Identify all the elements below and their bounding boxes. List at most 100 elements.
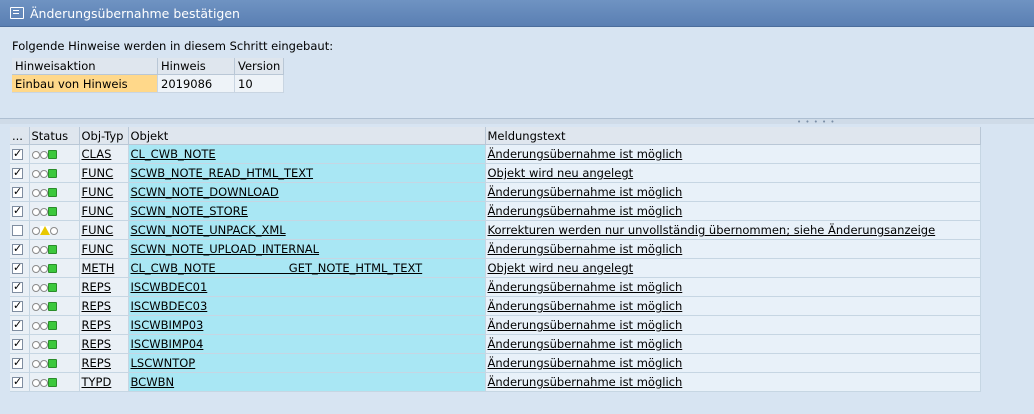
objtype-link[interactable]: METH (82, 261, 115, 275)
objtype-link[interactable]: FUNC (82, 242, 114, 256)
grid-header-objtype[interactable]: Obj-Typ (79, 127, 129, 145)
objtype-link[interactable]: TYPD (82, 375, 112, 389)
object-link[interactable]: SCWN_NOTE_DOWNLOAD (131, 185, 279, 199)
table-row[interactable]: FUNC SCWB_NOTE_READ_HTML_TEXT Objekt wird … (10, 163, 981, 183)
table-row[interactable]: FUNC SCWN_NOTE_STORE Änderungsübernahme is… (10, 201, 981, 221)
message-link[interactable]: Korrekturen werden nur unvollständig übe… (488, 223, 936, 237)
row-checkbox[interactable] (12, 242, 23, 255)
message-cell: Änderungsübernahme ist möglich (485, 201, 981, 221)
traffic-light-green-icon (31, 207, 57, 216)
message-link[interactable]: Änderungsübernahme ist möglich (488, 337, 683, 351)
table-row[interactable]: REPS ISCWBDEC03 Änderungsübernahme ist mög… (10, 296, 981, 316)
table-row[interactable]: TYPD BCWBN Änderungsübernahme ist möglich (10, 372, 981, 392)
traffic-light-green-icon (31, 340, 57, 349)
notes-cell-note[interactable]: 2019086 (157, 74, 235, 93)
object-link[interactable]: BCWBN (131, 375, 175, 389)
message-cell: Änderungsübernahme ist möglich (485, 277, 981, 297)
object-link[interactable]: CL_CWB_NOTE (131, 147, 216, 161)
object-cell: ISCWBIMP03 (128, 315, 486, 335)
grid-header-status[interactable]: Status (29, 127, 80, 145)
object-link[interactable]: ISCWBDEC03 (131, 299, 208, 313)
table-row[interactable]: REPS LSCWNTOP Änderungsübernahme ist mögli… (10, 353, 981, 373)
notes-cell-action[interactable]: Einbau von Hinweis (12, 74, 158, 93)
row-checkbox[interactable] (12, 185, 23, 198)
notes-header-version[interactable]: Version (234, 58, 285, 75)
status-cell (29, 334, 80, 354)
message-cell: Änderungsübernahme ist möglich (485, 296, 981, 316)
objtype-link[interactable]: FUNC (82, 185, 114, 199)
object-link[interactable]: ISCWBIMP03 (131, 318, 204, 332)
table-row[interactable]: FUNC SCWN_NOTE_UPLOAD_INTERNAL Änderungsüb… (10, 239, 981, 259)
object-link[interactable]: SCWN_NOTE_UPLOAD_INTERNAL (131, 242, 320, 256)
table-row[interactable]: REPS ISCWBDEC01 Änderungsübernahme ist mög… (10, 277, 981, 297)
objtype-link[interactable]: REPS (82, 280, 112, 294)
message-link[interactable]: Änderungsübernahme ist möglich (488, 147, 683, 161)
grid-header-object[interactable]: Objekt (128, 127, 486, 145)
message-link[interactable]: Änderungsübernahme ist möglich (488, 242, 683, 256)
row-checkbox[interactable] (12, 225, 23, 236)
message-cell: Änderungsübernahme ist möglich (485, 182, 981, 202)
objtype-cell: REPS (79, 277, 129, 297)
message-link[interactable]: Änderungsübernahme ist möglich (488, 318, 683, 332)
objtype-link[interactable]: REPS (82, 318, 112, 332)
status-cell (29, 239, 80, 259)
objtype-link[interactable]: REPS (82, 299, 112, 313)
message-link[interactable]: Änderungsübernahme ist möglich (488, 185, 683, 199)
object-link[interactable]: CL_CWB_NOTE GET_NOTE_HTML_TEXT (131, 261, 423, 275)
message-link[interactable]: Objekt wird neu angelegt (488, 166, 634, 180)
table-row[interactable]: REPS ISCWBIMP04 Änderungsübernahme ist mög… (10, 334, 981, 354)
objtype-link[interactable]: FUNC (82, 223, 114, 237)
row-checkbox[interactable] (12, 318, 23, 331)
object-link[interactable]: SCWN_NOTE_STORE (131, 204, 248, 218)
row-checkbox[interactable] (12, 375, 23, 388)
object-link[interactable]: ISCWBDEC01 (131, 280, 208, 294)
status-cell (29, 182, 80, 202)
object-cell: LSCWNTOP (128, 353, 486, 373)
message-link[interactable]: Änderungsübernahme ist möglich (488, 299, 683, 313)
row-checkbox[interactable] (12, 356, 23, 369)
objtype-link[interactable]: FUNC (82, 166, 114, 180)
status-cell (29, 163, 80, 183)
objtype-link[interactable]: FUNC (82, 204, 114, 218)
table-row[interactable]: REPS ISCWBIMP03 Änderungsübernahme ist mög… (10, 315, 981, 335)
objtype-link[interactable]: CLAS (82, 147, 112, 161)
grid-header-message[interactable]: Meldungstext (485, 127, 981, 145)
row-checkbox[interactable] (12, 299, 23, 312)
message-link[interactable]: Änderungsübernahme ist möglich (488, 375, 683, 389)
object-link[interactable]: LSCWNTOP (131, 356, 196, 370)
objtype-link[interactable]: REPS (82, 356, 112, 370)
message-link[interactable]: Objekt wird neu angelegt (488, 261, 634, 275)
message-cell: Änderungsübernahme ist möglich (485, 334, 981, 354)
row-checkbox[interactable] (12, 147, 23, 160)
message-link[interactable]: Änderungsübernahme ist möglich (488, 356, 683, 370)
row-checkbox[interactable] (12, 204, 23, 217)
notes-row[interactable]: Einbau von Hinweis 2019086 10 (12, 74, 285, 93)
row-checkbox[interactable] (12, 337, 23, 350)
object-link[interactable]: SCWB_NOTE_READ_HTML_TEXT (131, 166, 314, 180)
row-select-cell (10, 220, 30, 240)
message-link[interactable]: Änderungsübernahme ist möglich (488, 280, 683, 294)
table-row[interactable]: METH CL_CWB_NOTE GET_NOTE_HTML_TEXT Objekt… (10, 258, 981, 278)
notes-header-action[interactable]: Hinweisaktion (12, 58, 158, 75)
row-select-cell (10, 201, 30, 221)
table-row[interactable]: FUNC SCWN_NOTE_UNPACK_XML Korrekturen werd… (10, 220, 981, 240)
message-link[interactable]: Änderungsübernahme ist möglich (488, 204, 683, 218)
notes-header-note[interactable]: Hinweis (157, 58, 235, 75)
objtype-cell: METH (79, 258, 129, 278)
table-row[interactable]: CLAS CL_CWB_NOTE Änderungsübernahme ist mö… (10, 144, 981, 164)
notes-cell-version[interactable]: 10 (234, 74, 285, 93)
table-row[interactable]: FUNC SCWN_NOTE_DOWNLOAD Änderungsübernahme… (10, 182, 981, 202)
object-cell: SCWN_NOTE_UNPACK_XML (128, 220, 486, 240)
grid-header-select[interactable]: ... (10, 127, 30, 145)
object-link[interactable]: ISCWBIMP04 (131, 337, 204, 351)
row-select-cell (10, 239, 30, 259)
row-select-cell (10, 182, 30, 202)
splitter-handle[interactable]: • • • • • (0, 118, 1034, 126)
row-checkbox[interactable] (12, 166, 23, 179)
object-link[interactable]: SCWN_NOTE_UNPACK_XML (131, 223, 286, 237)
row-checkbox[interactable] (12, 261, 23, 274)
objtype-link[interactable]: REPS (82, 337, 112, 351)
grip-icon: • • • • • (797, 118, 836, 126)
row-checkbox[interactable] (12, 280, 23, 293)
row-select-cell (10, 315, 30, 335)
